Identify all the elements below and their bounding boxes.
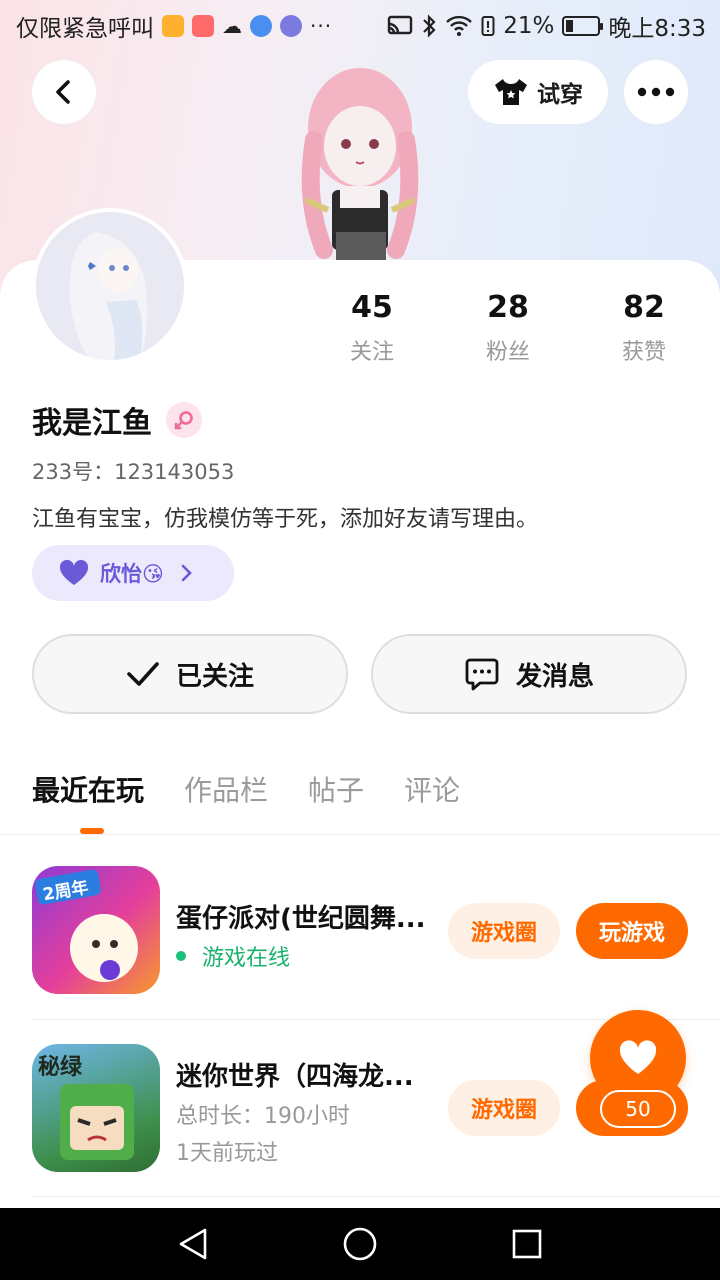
online-status-text: 游戏在线 <box>202 946 291 971</box>
battery-percent: 21% <box>503 13 555 39</box>
chat-bubble-icon <box>465 658 499 691</box>
online-status: 游戏在线 <box>176 940 290 972</box>
stats-row: 45 关注 28 粉丝 82 获赞 <box>304 288 712 366</box>
followers-count: 28 <box>487 290 529 325</box>
nav-back-icon[interactable] <box>177 1227 209 1261</box>
battery-icon <box>562 16 604 36</box>
music-app-icon <box>280 15 302 37</box>
relationship-tag[interactable]: 欣怡😘 <box>32 545 234 601</box>
battery-alert-icon <box>481 16 495 36</box>
name-row: 我是江鱼 <box>32 398 202 442</box>
system-navigation-bar <box>0 1208 720 1280</box>
send-message-label: 发消息 <box>515 661 594 692</box>
status-bar: 仅限紧急呼叫 ☁ ··· 21% 晚上8:33 <box>0 0 720 52</box>
send-message-button[interactable]: 发消息 <box>371 634 687 714</box>
wifi-icon <box>446 15 473 36</box>
relationship-name: 欣怡😘 <box>100 562 164 586</box>
followed-label: 已关注 <box>175 661 254 692</box>
character-illustration <box>280 50 440 264</box>
total-playtime: 总时长：190小时 <box>176 1104 350 1129</box>
avatar[interactable] <box>32 208 188 364</box>
likes-label: 获赞 <box>621 340 666 365</box>
more-dots-icon <box>637 87 675 97</box>
game-icon-badge: 秘绿 <box>38 1054 83 1080</box>
play-game-button[interactable]: 玩游戏 <box>576 903 688 959</box>
game-list-item[interactable]: 2周年 蛋仔派对(世纪圆舞... 游戏在线 游戏圈 玩游戏 <box>0 846 720 1022</box>
tab-comments[interactable]: 评论 <box>404 768 460 814</box>
tabs-divider <box>0 834 720 835</box>
try-on-button[interactable]: 试穿 <box>468 60 608 124</box>
more-notifications-icon: ··· <box>310 14 333 38</box>
more-options-button[interactable] <box>624 60 688 124</box>
likes-count: 82 <box>623 290 665 325</box>
like-count-badge: 50 <box>600 1090 676 1128</box>
eggy-party-game-icon[interactable]: 2周年 <box>32 866 160 994</box>
cast-icon <box>388 15 413 35</box>
shirt-icon <box>495 79 527 105</box>
carrier-text: 仅限紧急呼叫 <box>16 16 154 42</box>
game-title: 蛋仔派对(世纪圆舞... <box>176 904 426 934</box>
user-id: 233号：123143053 <box>32 460 235 484</box>
following-stat[interactable]: 45 关注 <box>304 288 440 366</box>
tab-recently-played[interactable]: 最近在玩 <box>32 768 144 814</box>
online-dot-icon <box>176 951 186 961</box>
chevron-left-icon <box>56 80 70 104</box>
following-label: 关注 <box>349 340 394 365</box>
browser-app-icon <box>250 15 272 37</box>
profile-tabs: 最近在玩 作品栏 帖子 评论 <box>32 768 460 814</box>
nav-recents-icon[interactable] <box>511 1228 543 1260</box>
purple-heart-icon <box>59 559 89 585</box>
likes-stat[interactable]: 82 获赞 <box>576 288 712 366</box>
mini-world-game-icon[interactable]: 秘绿 <box>32 1044 160 1172</box>
clock: 晚上8:33 <box>608 16 706 42</box>
heart-icon <box>619 1040 657 1074</box>
following-count: 45 <box>351 290 393 325</box>
last-played: 1天前玩过 <box>176 1141 278 1166</box>
try-on-label: 试穿 <box>537 82 583 108</box>
checkmark-icon <box>127 662 159 686</box>
game-circle-button[interactable]: 游戏圈 <box>448 903 560 959</box>
followers-stat[interactable]: 28 粉丝 <box>440 288 576 366</box>
user-name: 我是江鱼 <box>32 406 152 441</box>
weather-icon: ☁ <box>222 14 242 38</box>
bluetooth-icon <box>423 14 436 38</box>
tab-works[interactable]: 作品栏 <box>184 768 268 814</box>
followed-button[interactable]: 已关注 <box>32 634 348 714</box>
followers-label: 粉丝 <box>485 340 530 365</box>
tab-posts[interactable]: 帖子 <box>308 768 364 814</box>
album-app-icon <box>192 15 214 37</box>
game-title: 迷你世界（四海龙... <box>176 1062 414 1092</box>
nav-home-icon[interactable] <box>342 1226 378 1262</box>
user-bio: 江鱼有宝宝，仿我模仿等于死，添加好友请写理由。 <box>32 507 539 532</box>
video-app-icon <box>162 15 184 37</box>
back-button[interactable] <box>32 60 96 124</box>
list-divider <box>32 1196 720 1197</box>
chevron-right-icon <box>181 564 192 582</box>
female-gender-icon <box>166 402 202 438</box>
game-circle-button[interactable]: 游戏圈 <box>448 1080 560 1136</box>
